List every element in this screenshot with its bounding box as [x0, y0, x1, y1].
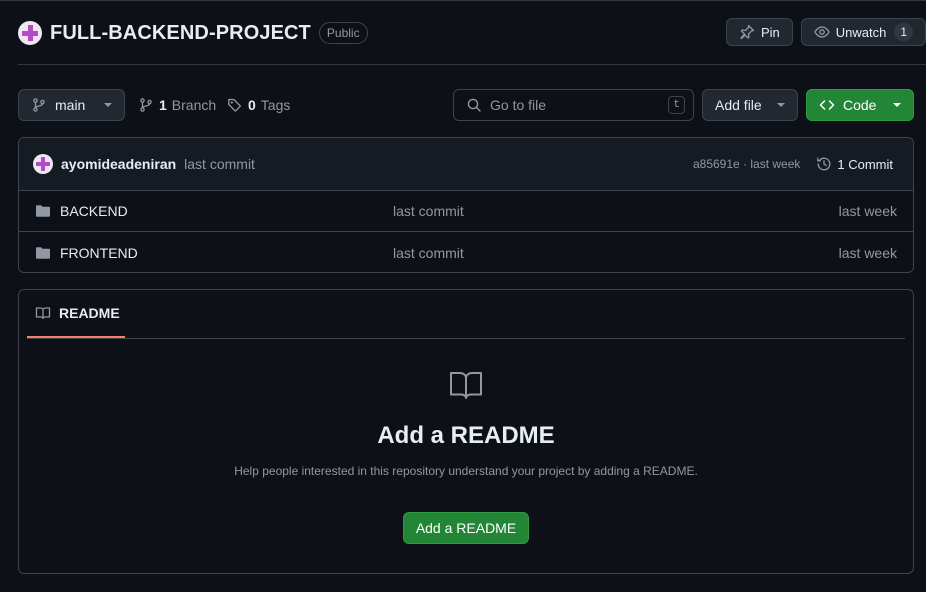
tag-count: 0: [248, 97, 256, 113]
pin-icon: [740, 24, 755, 40]
readme-divider: [27, 338, 905, 339]
commit-hash-time[interactable]: a85691e · last week: [693, 157, 800, 171]
file-name[interactable]: FRONTEND: [60, 245, 138, 261]
chevron-down-icon: [893, 103, 901, 107]
folder-icon: [36, 246, 50, 259]
tags-link[interactable]: 0 Tags: [227, 89, 290, 121]
readme-empty-state: Add a README Help people interested in t…: [19, 370, 913, 544]
code-button[interactable]: Code: [806, 89, 914, 121]
repo-header: FULL-BACKEND-PROJECT Public Pin Unwatch …: [18, 18, 926, 48]
file-commit-date: last week: [838, 244, 897, 261]
commits-count-label: 1 Commit: [837, 156, 893, 172]
pin-label: Pin: [760, 24, 780, 40]
eye-icon: [814, 26, 830, 38]
folder-icon: [36, 205, 50, 217]
branch-label: Branch: [171, 97, 217, 113]
shortcut-key: t: [668, 96, 685, 114]
code-icon: [819, 100, 835, 110]
unwatch-label: Unwatch: [835, 24, 887, 40]
latest-commit-bar: ayomideadeniran last commit a85691e · la…: [19, 138, 913, 191]
code-label: Code: [843, 97, 877, 113]
commit-author[interactable]: ayomideadeniran: [61, 156, 176, 172]
file-row[interactable]: FRONTEND last commit last week: [19, 232, 913, 272]
readme-description: Help people interested in this repositor…: [234, 464, 698, 478]
readme-tab-label: README: [59, 305, 120, 321]
add-file-button[interactable]: Add file: [702, 89, 798, 121]
history-icon: [817, 157, 831, 171]
file-name[interactable]: BACKEND: [60, 203, 128, 219]
owner-avatar[interactable]: [18, 21, 42, 45]
chevron-down-icon: [777, 103, 785, 107]
branches-link[interactable]: 1 Branch: [138, 89, 216, 121]
repo-name[interactable]: FULL-BACKEND-PROJECT: [50, 22, 311, 45]
search-icon: [467, 98, 481, 112]
tab-readme[interactable]: README: [27, 290, 125, 338]
file-commit-date: last week: [838, 203, 897, 219]
unwatch-button[interactable]: Unwatch 1: [800, 18, 926, 46]
file-row[interactable]: BACKEND last commit last week: [19, 191, 913, 232]
branch-icon: [140, 98, 152, 112]
repo-actions: Pin Unwatch 1: [725, 18, 926, 46]
header-divider: [18, 64, 926, 65]
author-avatar[interactable]: [33, 154, 53, 174]
branch-name: main: [55, 97, 86, 113]
branch-selector[interactable]: main: [18, 89, 125, 121]
branch-icon: [33, 98, 45, 112]
visibility-badge: Public: [318, 22, 368, 44]
tag-label: Tags: [260, 97, 291, 113]
readme-title: Add a README: [377, 422, 555, 449]
branch-count: 1: [159, 97, 167, 113]
file-commit-message[interactable]: last commit: [393, 203, 464, 219]
chevron-down-icon: [104, 103, 112, 107]
commit-message[interactable]: last commit: [184, 156, 255, 172]
readme-panel: README Add a README Help people interest…: [18, 289, 914, 574]
file-commit-message[interactable]: last commit: [393, 245, 464, 261]
file-toolbar: main 1 Branch 0 Tags t Add file Code: [18, 89, 914, 121]
go-to-file-input[interactable]: [490, 97, 661, 113]
tag-icon: [228, 98, 242, 112]
add-readme-button[interactable]: Add a README: [402, 512, 530, 544]
add-file-label: Add file: [715, 97, 762, 113]
commits-link[interactable]: 1 Commit: [816, 156, 893, 172]
pin-button[interactable]: Pin: [725, 18, 793, 46]
file-list: ayomideadeniran last commit a85691e · la…: [18, 137, 914, 273]
watch-count: 1: [894, 23, 913, 41]
book-icon: [449, 370, 483, 400]
top-border: [0, 0, 926, 1]
book-icon: [35, 307, 51, 320]
commit-meta: a85691e · last week 1 Commit: [693, 138, 893, 190]
go-to-file-search[interactable]: t: [453, 89, 694, 121]
